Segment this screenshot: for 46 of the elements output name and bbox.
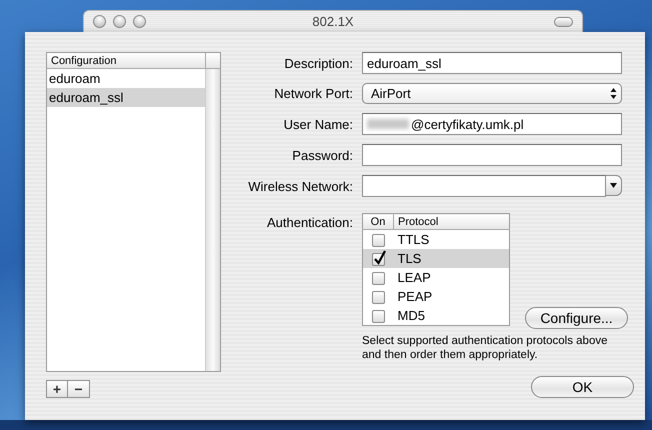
toolbar-toggle-button[interactable] [554, 17, 573, 27]
field-label: Network Port: [273, 86, 353, 101]
input-field[interactable] [362, 144, 622, 166]
add-button[interactable]: + [46, 380, 68, 398]
protocol-row[interactable]: TLS [362, 249, 510, 268]
header-corner [205, 53, 220, 69]
field-label: Description: [283, 56, 353, 70]
field-label: Wireless Network: [247, 178, 353, 194]
configure-button[interactable]: Configure... [525, 307, 628, 329]
protocol-row[interactable]: PEAP [362, 287, 510, 306]
input-field[interactable]: @certyfikaty.umk.pl [362, 113, 622, 135]
combo-box[interactable] [362, 175, 606, 197]
popup-menu[interactable]: AirPort [362, 83, 622, 104]
checkbox[interactable] [372, 253, 385, 266]
help-text: Select supported authentication protocols above and then order them appropriately. [362, 334, 608, 362]
caret-icon [610, 183, 617, 188]
protocol-row[interactable]: MD5 [362, 306, 510, 326]
input-field[interactable]: eduroam_ssl [362, 52, 622, 74]
scrollbar[interactable] [205, 69, 220, 371]
minimize-button[interactable] [113, 15, 126, 28]
close-button[interactable] [93, 15, 106, 28]
remove-button[interactable]: − [68, 380, 90, 398]
dropdown-button[interactable] [606, 175, 622, 196]
up-down-arrows-icon [610, 87, 617, 100]
protocol-name: TTLS [394, 230, 510, 249]
checkbox[interactable] [372, 272, 385, 286]
column-header[interactable]: Configuration [47, 53, 205, 69]
configuration-item[interactable]: eduroam [47, 69, 205, 88]
checkbox[interactable] [372, 234, 385, 248]
column-header[interactable]: On [362, 214, 394, 230]
field-label: Authentication: [266, 214, 353, 232]
checkbox[interactable] [372, 291, 385, 304]
configuration-item[interactable]: eduroam_ssl [47, 88, 205, 107]
protocol-name: PEAP [394, 287, 510, 306]
ok-button[interactable]: OK [531, 376, 634, 398]
column-header[interactable]: Protocol [394, 214, 510, 230]
zoom-button[interactable] [133, 15, 146, 28]
protocol-row[interactable]: LEAP [362, 268, 510, 287]
field-label: User Name: [282, 116, 353, 132]
protocol-name: TLS [394, 249, 510, 268]
protocol-name: MD5 [394, 306, 510, 326]
checkbox[interactable] [372, 310, 385, 324]
window-title: 802.1X [312, 14, 354, 29]
field-label: Password: [291, 148, 353, 162]
protocol-name: LEAP [394, 268, 510, 287]
protocol-row[interactable]: TTLS [362, 230, 510, 249]
